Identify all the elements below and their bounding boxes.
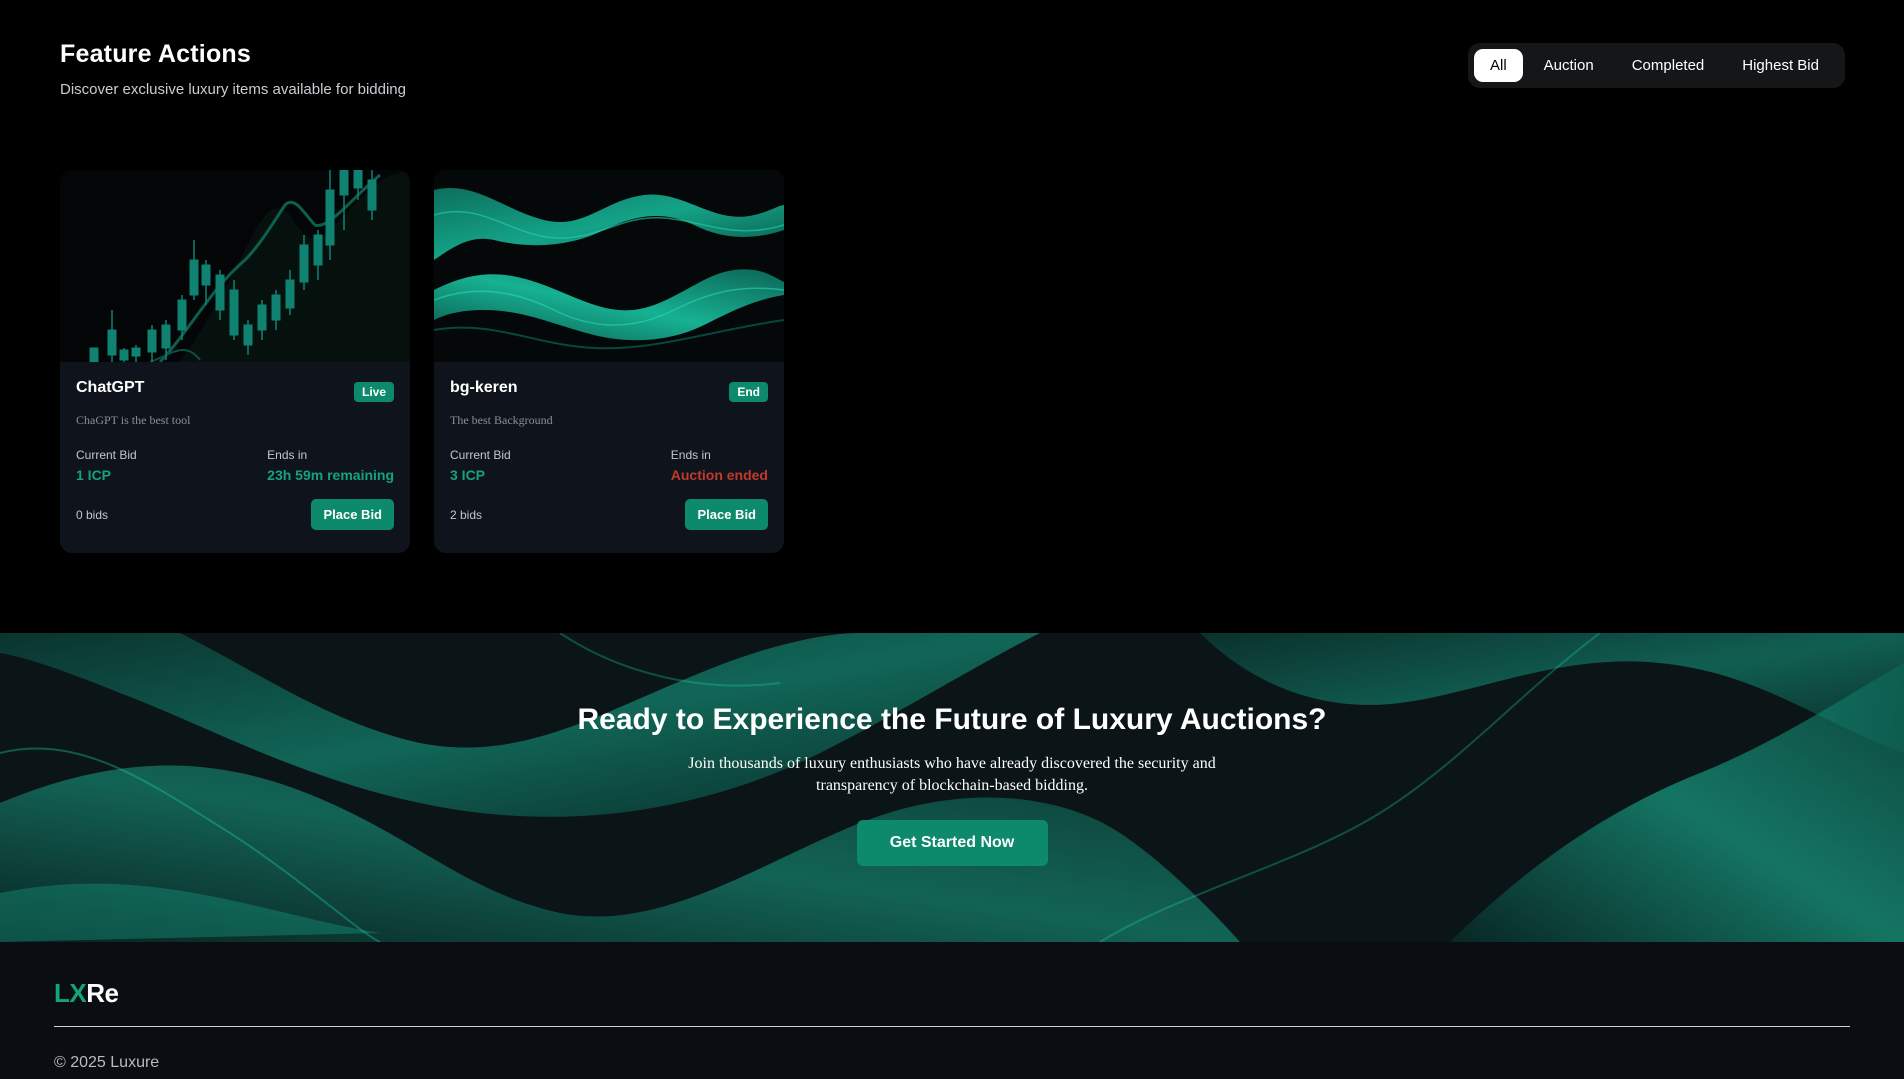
cta-banner: Ready to Experience the Future of Luxury…	[0, 633, 1904, 942]
auction-card-list: ChatGPT Live ChaGPT is the best tool Cur…	[60, 170, 784, 553]
page-subtitle: Discover exclusive luxury items availabl…	[60, 81, 406, 98]
candle-body	[243, 324, 253, 346]
bids-count: 0 bids	[76, 507, 109, 522]
filter-all[interactable]: All	[1474, 49, 1523, 82]
bids-count: 2 bids	[450, 507, 483, 522]
candle-body	[285, 279, 295, 309]
filter-completed[interactable]: Completed	[1615, 49, 1722, 82]
place-bid-button[interactable]: Place Bid	[311, 499, 394, 530]
ends-in-value: Auction ended	[670, 467, 768, 483]
candle-body	[189, 259, 199, 296]
status-badge: End	[729, 382, 768, 402]
filter-tabs: All Auction Completed Highest Bid	[1468, 43, 1845, 88]
candlestick-chart-image	[60, 170, 410, 362]
filter-highest-bid[interactable]: Highest Bid	[1725, 49, 1836, 82]
ends-in-label: Ends in	[670, 448, 711, 462]
place-bid-button[interactable]: Place Bid	[685, 499, 768, 530]
candle-body	[271, 294, 281, 321]
section-header: Feature Actions Discover exclusive luxur…	[60, 40, 406, 98]
teal-waves-image	[434, 170, 784, 362]
cta-title: Ready to Experience the Future of Luxury…	[577, 703, 1327, 736]
candle-body	[177, 299, 187, 331]
candle-body	[89, 347, 99, 362]
card-description: ChaGPT is the best tool	[76, 413, 191, 427]
copyright-text: © 2025 Luxure	[54, 1054, 160, 1071]
logo-re: Re	[86, 978, 119, 1008]
candle-body	[339, 170, 349, 196]
filter-auction[interactable]: Auction	[1527, 49, 1611, 82]
auction-card[interactable]: ChatGPT Live ChaGPT is the best tool Cur…	[60, 170, 410, 553]
candle-body	[119, 349, 129, 361]
status-badge: Live	[353, 382, 394, 402]
ends-in-value: 23h 59m remaining	[267, 467, 394, 483]
candle-body	[161, 324, 171, 349]
candle-body	[147, 329, 157, 353]
page-title: Feature Actions	[60, 40, 252, 68]
cta-text: Join thousands of luxury enthusiasts who…	[688, 755, 1216, 794]
current-bid-value: 3 ICP	[450, 467, 486, 483]
candle-body	[201, 264, 211, 286]
candle-body	[257, 304, 267, 331]
candle-body	[131, 347, 141, 357]
card-description: The best Background	[450, 413, 553, 427]
card-title: bg-keren	[450, 379, 518, 396]
current-bid-label: Current Bid	[450, 448, 511, 462]
ends-in-label: Ends in	[267, 448, 308, 462]
candle-body	[313, 234, 323, 266]
auction-card[interactable]: bg-keren End The best Background Current…	[434, 170, 784, 553]
footer-divider	[54, 1026, 1850, 1027]
footer-logo[interactable]: LXRe	[54, 978, 119, 1009]
candle-body	[229, 289, 239, 336]
candle-body	[367, 179, 377, 211]
logo-lx: LX	[54, 978, 87, 1008]
get-started-button[interactable]: Get Started Now	[856, 820, 1048, 866]
candle-body	[299, 244, 309, 283]
candle-body	[215, 274, 225, 311]
current-bid-label: Current Bid	[76, 448, 137, 462]
candle-body	[353, 170, 363, 189]
current-bid-value: 1 ICP	[76, 467, 112, 483]
footer: LXRe © 2025 Luxure	[0, 942, 1904, 1079]
card-title: ChatGPT	[76, 379, 145, 396]
candle-body	[325, 189, 335, 246]
candle-body	[107, 329, 117, 356]
